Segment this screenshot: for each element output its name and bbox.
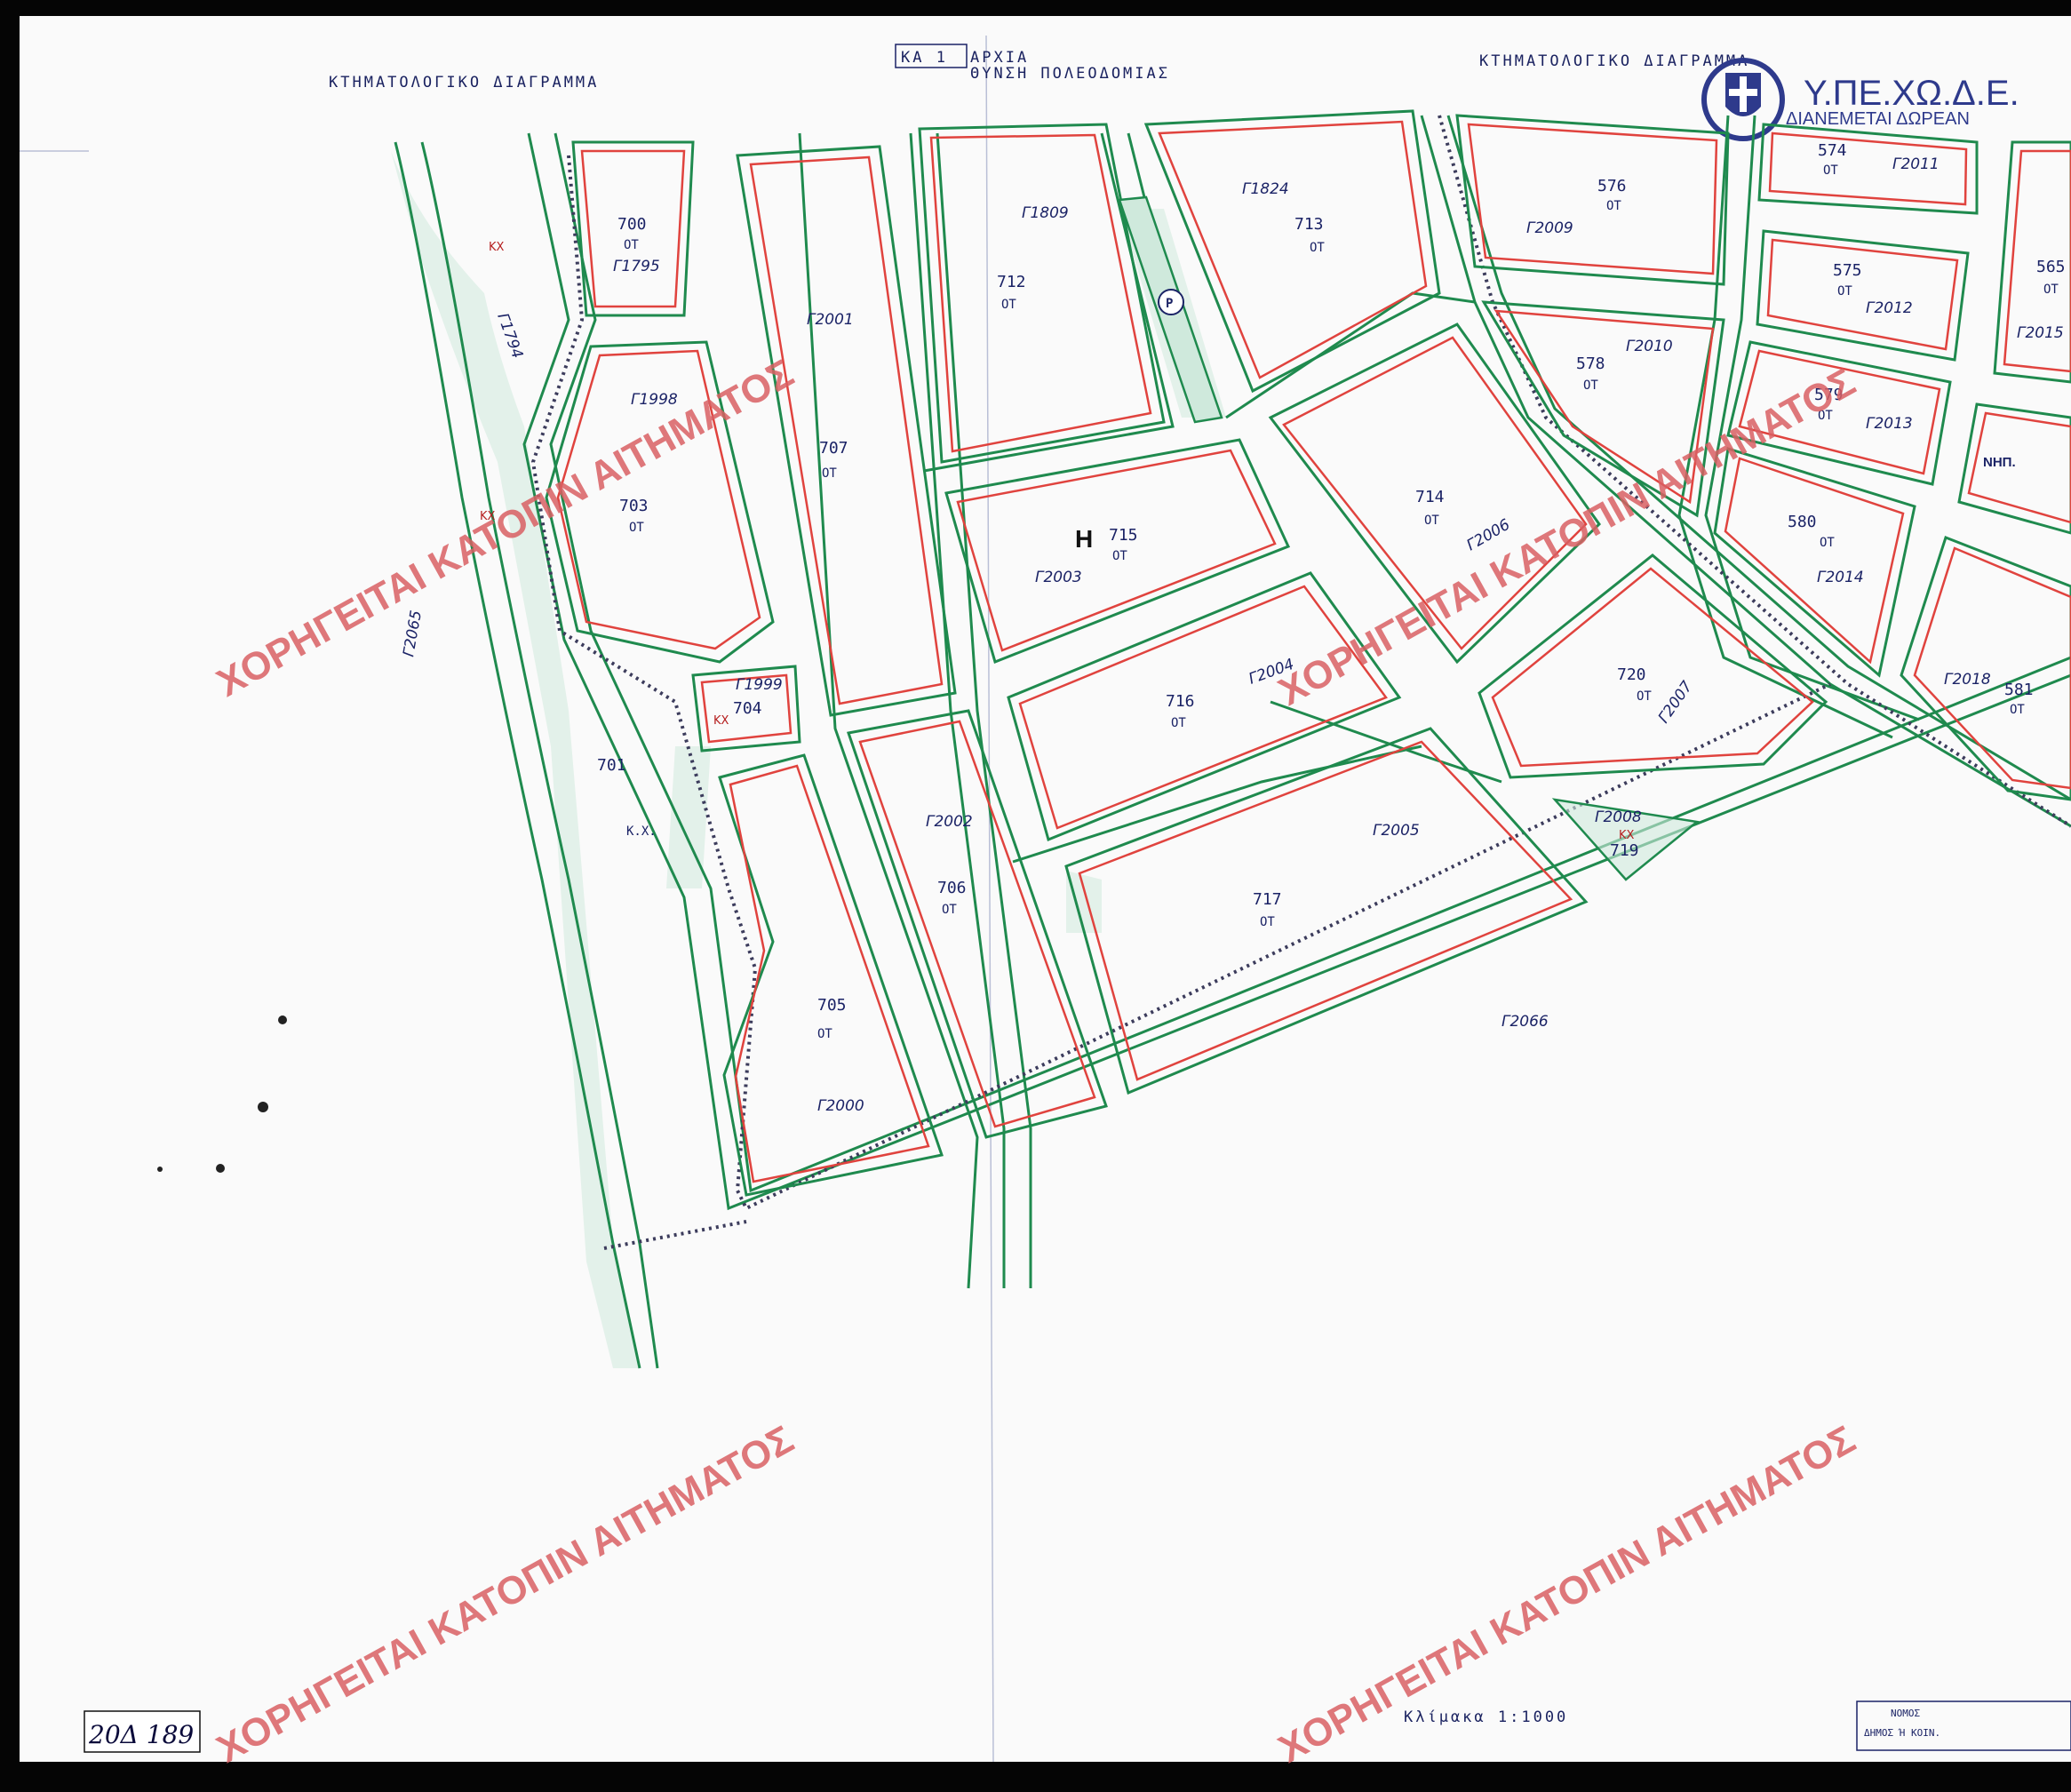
cadastral-map-sheet[interactable]: ΚΤΗΜΑΤΟΛΟΓΙΚΟ ΔΙΑΓΡΑΜΜΑ ΚΤΗΜΑΤΟΛΟΓΙΚΟ ΔΙ…	[0, 0, 2071, 1792]
block-number: 565	[2036, 258, 2066, 276]
block-number: 704	[733, 699, 762, 718]
parcel-code: Γ2005	[1373, 822, 1420, 840]
block-number: 714	[1415, 488, 1445, 506]
block-number: 575	[1833, 261, 1862, 280]
parcel-code: Γ2013	[1866, 415, 1913, 433]
kx-label: ΚΧ	[1619, 829, 1635, 842]
parcel-code: Γ1795	[613, 258, 660, 275]
parcel-code: Γ2000	[817, 1097, 864, 1115]
ot-label: ΟΤ	[1823, 163, 1838, 178]
block-number: 580	[1788, 513, 1817, 531]
ot-label: ΟΤ	[1583, 378, 1598, 393]
parking-sign: P	[1158, 289, 1184, 315]
map-title-right: ΚΤΗΜΑΤΟΛΟΓΙΚΟ ΔΙΑΓΡΑΜΜΑ	[1479, 52, 1749, 70]
ot-label: ΟΤ	[1001, 298, 1016, 312]
parcel-code: Γ1809	[1022, 204, 1069, 222]
block-number: 712	[997, 273, 1026, 291]
ot-label: ΟΤ	[1637, 689, 1652, 704]
parking-letter: P	[1166, 297, 1173, 311]
speck	[157, 1167, 163, 1172]
block-number: 705	[817, 996, 847, 1015]
speck	[216, 1164, 225, 1173]
speck	[278, 1015, 287, 1024]
parcel-code: Γ2012	[1866, 299, 1913, 317]
stamp-code: ΚΑ 1	[901, 49, 948, 67]
parcel-code: Γ2008	[1595, 808, 1642, 826]
block-number: 715	[1109, 526, 1138, 545]
ot-label: ΟΤ	[629, 521, 644, 535]
block-number: 576	[1597, 177, 1627, 195]
kx-dot-label: Κ.Χ.	[626, 824, 657, 839]
parcel-code: Γ2066	[1501, 1013, 1549, 1031]
parcel-code: Γ2002	[926, 813, 973, 831]
logo-tagline: ΔΙΑΝΕΜΕΤΑΙ ΔΩΡΕΑΝ	[1786, 109, 1970, 129]
parcel-code: Γ2018	[1944, 671, 1991, 689]
shield-cross	[1729, 89, 1757, 96]
ot-label: ΟΤ	[1310, 241, 1325, 255]
municipality-label: ΔΗΜΟΣ Ή ΚΟΙΝ.	[1864, 1727, 1940, 1739]
ot-label: ΟΤ	[1171, 716, 1186, 730]
scale-label: Κλίμακα 1:1000	[1404, 1708, 1568, 1726]
parcel-code: Γ2010	[1626, 338, 1673, 355]
kx-label: ΚΧ	[489, 241, 505, 254]
sector-letter: Η	[1075, 525, 1093, 553]
parcel-code: Γ2011	[1892, 155, 1940, 173]
parcel-code: Γ1998	[631, 391, 678, 409]
ot-label: ΟΤ	[2010, 703, 2025, 717]
block-number: 574	[1818, 141, 1847, 160]
ot-label: ΟΤ	[942, 903, 957, 917]
logo-name: Υ.ΠΕ.ΧΩ.Δ.Ε.	[1804, 74, 2019, 113]
parcel-code: Γ2015	[2017, 324, 2064, 342]
block-number: 578	[1576, 354, 1605, 373]
parcel-code: Γ1999	[736, 676, 783, 694]
header-directorate-text: ΘΥΝΣΗ ΠΟΛΕΟΔΟΜΙΑΣ	[970, 65, 1170, 83]
ot-label: ΟΤ	[1837, 284, 1852, 299]
ot-label: ΟΤ	[1820, 536, 1835, 550]
speck	[258, 1102, 268, 1112]
block-number: 701	[597, 756, 626, 775]
ot-label: ΟΤ	[1260, 915, 1275, 929]
road-fill	[1066, 871, 1102, 933]
block-number: 716	[1166, 692, 1195, 711]
block-number: 719	[1610, 841, 1639, 860]
parcel-code: Γ2009	[1526, 219, 1573, 237]
block-number: 700	[617, 215, 647, 234]
block-number: 581	[2004, 681, 2034, 699]
parcel-code: Γ2001	[807, 311, 854, 329]
block-number: 713	[1294, 215, 1324, 234]
block-number: 720	[1617, 665, 1646, 684]
ot-label: ΟΤ	[624, 238, 639, 252]
ot-label: ΟΤ	[1606, 199, 1621, 213]
block-number: 706	[937, 879, 967, 897]
ot-label: ΟΤ	[2043, 283, 2059, 297]
kindergarten-label: ΝΗΠ.	[1983, 455, 2016, 470]
header-archive-text: ΑΡΧΙΑ	[970, 49, 1029, 67]
sheet-code: 20Δ 189	[88, 1720, 194, 1749]
kx-label: ΚΧ	[713, 714, 729, 728]
ot-label: ΟΤ	[817, 1027, 832, 1041]
parcel-code: Γ2003	[1035, 569, 1082, 586]
block-number: 717	[1253, 890, 1282, 909]
ot-label: ΟΤ	[822, 466, 837, 481]
parcel-code: Γ1824	[1242, 180, 1289, 198]
ot-label: ΟΤ	[1112, 549, 1127, 563]
parcel-code: Γ2014	[1817, 569, 1864, 586]
map-viewer: ΚΤΗΜΑΤΟΛΟΓΙΚΟ ΔΙΑΓΡΑΜΜΑ ΚΤΗΜΑΤΟΛΟΓΙΚΟ ΔΙ…	[0, 0, 2071, 1792]
block-number: 707	[819, 439, 848, 458]
map-title-left: ΚΤΗΜΑΤΟΛΟΓΙΚΟ ΔΙΑΓΡΑΜΜΑ	[329, 74, 599, 92]
block-number: 703	[619, 497, 649, 515]
prefecture-label: ΝΟΜΟΣ	[1891, 1708, 1920, 1719]
ot-label: ΟΤ	[1424, 514, 1439, 528]
